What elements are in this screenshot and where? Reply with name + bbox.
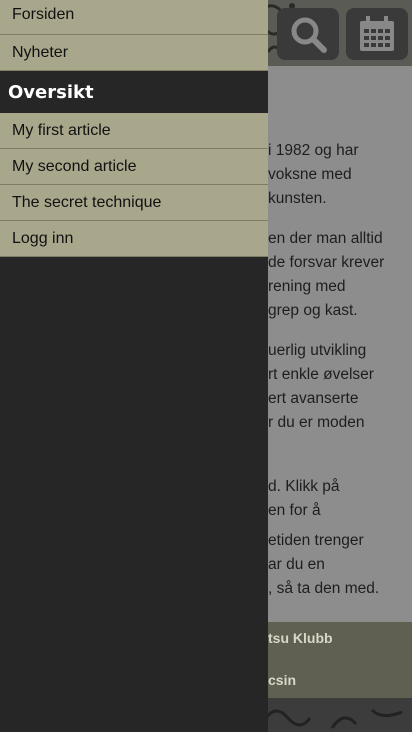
menu-item-nyheter[interactable]: Nyheter (0, 35, 268, 71)
bottom-pattern (264, 708, 403, 729)
menu-item-my-first-article[interactable]: My first article (0, 113, 268, 149)
footer-club-name: tsu Klubb (268, 630, 333, 646)
menu-item-secret-technique[interactable]: The secret technique (0, 185, 268, 221)
content-link-line[interactable]: d. Klikk på (268, 478, 340, 496)
menu-item-label: Forsiden (12, 6, 75, 23)
menu-item-forsiden[interactable]: Forsiden (0, 0, 268, 35)
content-line: rening med (268, 278, 346, 295)
content-line: de forsvar krever (268, 254, 385, 271)
content-line: voksne med (268, 166, 352, 183)
navigation-drawer: Forsiden Nyheter Oversikt My first artic… (0, 0, 268, 732)
search-icon (291, 17, 327, 53)
menu-item-label: My first article (12, 122, 111, 139)
calendar-button[interactable] (346, 8, 408, 60)
content-line: , så ta den med. (268, 580, 380, 597)
menu-item-my-second-article[interactable]: My second article (0, 149, 268, 185)
content-line: grep og kast. (268, 302, 358, 319)
search-button[interactable] (277, 8, 339, 60)
menu-item-logg-inn[interactable]: Logg inn (0, 221, 268, 257)
footer-credit: csin (268, 672, 297, 688)
content-line: en der man alltid (268, 230, 383, 247)
content-line: ar du en (268, 556, 325, 573)
menu-item-label: Logg inn (12, 230, 74, 247)
content-line: en for å (268, 502, 321, 519)
calendar-icon (360, 16, 394, 51)
content-line: etiden trenger (268, 532, 364, 549)
menu-item-label: The secret technique (12, 194, 162, 211)
content-line: kunsten. (268, 190, 327, 207)
menu-item-label: My second article (12, 158, 137, 175)
content-line: rt enkle øvelser (268, 366, 374, 383)
content-line: i 1982 og har (268, 142, 359, 159)
content-line: uerlig utvikling (268, 342, 367, 359)
content-line: r du er moden (268, 414, 365, 431)
menu-item-label: Nyheter (12, 44, 69, 61)
content-line: ert avanserte (268, 390, 359, 407)
menu-section-header: Oversikt (0, 71, 268, 113)
